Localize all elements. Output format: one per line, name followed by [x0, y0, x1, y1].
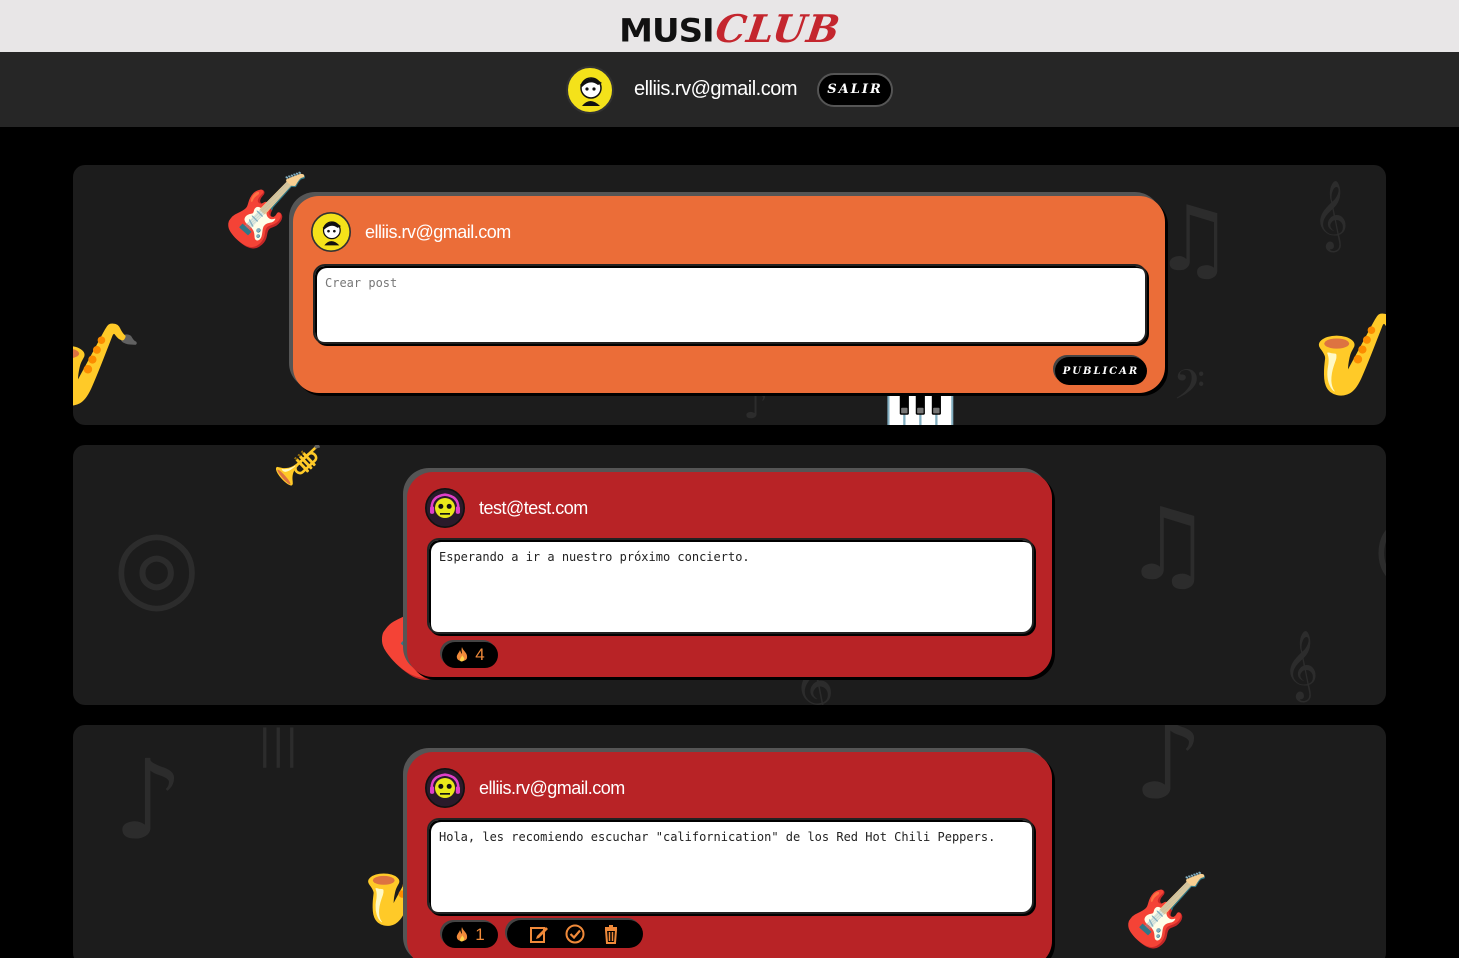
- guitar-bg-icon: 🎸: [1123, 869, 1211, 951]
- music-note-bg-icon: ♫: [1123, 486, 1213, 603]
- user-avatar: [311, 212, 351, 252]
- brand-bar: MUSI CLUB: [0, 0, 1459, 52]
- like-count: 1: [475, 925, 485, 944]
- music-note-bg-icon: ♪: [113, 736, 184, 864]
- create-post-input[interactable]: Crear post: [313, 264, 1147, 344]
- post-card: test@test.com Esperando a ir a nuestro p…: [407, 472, 1052, 677]
- composer-author-email: elliis.rv@gmail.com: [365, 221, 511, 242]
- header-user-email: elliis.rv@gmail.com: [633, 78, 798, 100]
- user-bar: elliis.rv@gmail.com SALIR: [0, 52, 1459, 127]
- create-post-card: elliis.rv@gmail.com Crear post PUBLICAR: [293, 196, 1165, 393]
- post-author-email: test@test.com: [479, 497, 588, 518]
- logo-musi: MUSI: [619, 12, 715, 50]
- musiclub-logo[interactable]: MUSI CLUB: [619, 4, 844, 51]
- treble-clef-bg-icon: 𝄞: [1283, 630, 1319, 700]
- author-avatar: [425, 768, 465, 808]
- like-button[interactable]: 1: [442, 922, 498, 948]
- fire-icon: [457, 647, 468, 662]
- trash-icon[interactable]: [600, 923, 622, 945]
- post-content: Esperando a ir a nuestro próximo concier…: [427, 538, 1034, 634]
- post-header: test@test.com: [425, 488, 588, 528]
- user-avatar: [565, 65, 614, 114]
- bass-clef-bg-icon: 𝄢: [1173, 361, 1206, 419]
- vinyl-disc-bg-icon: ◎: [113, 506, 201, 623]
- post-actions: [507, 920, 643, 948]
- post-card: elliis.rv@gmail.com Hola, les recomiendo…: [407, 752, 1052, 958]
- fire-icon: [457, 927, 468, 942]
- like-count: 4: [475, 645, 485, 664]
- music-note-bg-icon: ♪: [1133, 725, 1204, 824]
- music-note-bg-icon: ♪: [1383, 745, 1386, 855]
- check-circle-icon[interactable]: [564, 923, 586, 945]
- music-note-bg-icon: ♫: [1153, 187, 1234, 292]
- like-button[interactable]: 4: [442, 642, 498, 668]
- logo-club: CLUB: [712, 6, 844, 51]
- saxophone-bg-icon: 🎷: [73, 318, 143, 411]
- vinyl-disc-bg-icon: ◎: [1373, 495, 1386, 595]
- post-header: elliis.rv@gmail.com: [425, 768, 625, 808]
- publish-button[interactable]: PUBLICAR: [1055, 357, 1147, 385]
- post-author-email: elliis.rv@gmail.com: [479, 777, 625, 798]
- composer-header: elliis.rv@gmail.com: [311, 212, 511, 252]
- sound-wave-bg-icon: |||: [258, 725, 299, 768]
- logout-button[interactable]: SALIR: [817, 72, 894, 107]
- trumpet-bg-icon: 🎺: [273, 445, 323, 488]
- author-avatar: [425, 488, 465, 528]
- saxophone-bg-icon: 🎷: [1313, 308, 1386, 401]
- treble-clef-bg-icon: 𝄞: [1313, 180, 1349, 250]
- edit-icon[interactable]: [528, 923, 550, 945]
- post-content: Hola, les recomiendo escuchar "californi…: [427, 818, 1034, 914]
